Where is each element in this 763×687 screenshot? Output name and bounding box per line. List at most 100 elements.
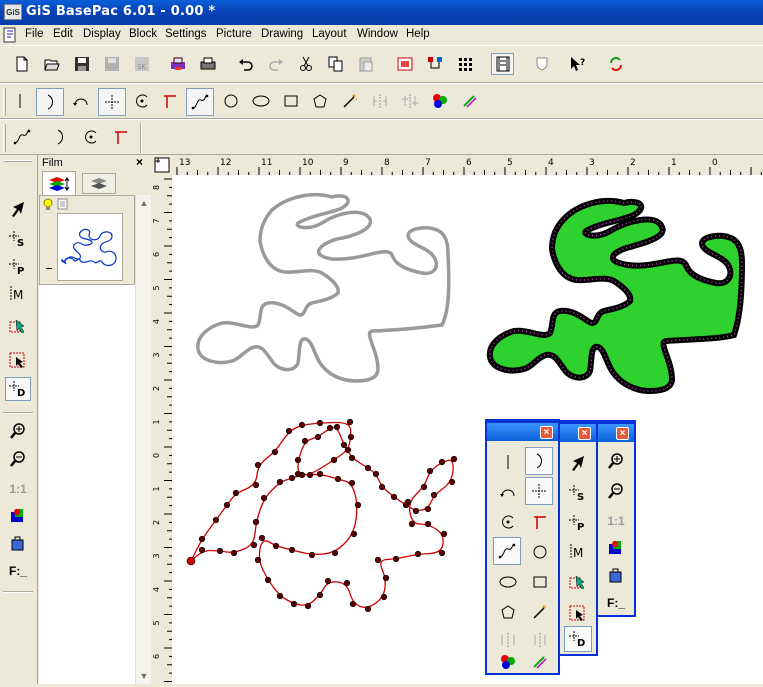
magic-wand-icon[interactable] bbox=[338, 90, 361, 112]
film-close-button[interactable]: × bbox=[136, 155, 143, 169]
paint-bucket-icon[interactable] bbox=[603, 562, 629, 588]
select-move-icon[interactable] bbox=[5, 315, 31, 339]
font-f-icon[interactable]: F:_ bbox=[5, 559, 31, 583]
scroll-down-icon[interactable]: ▼ bbox=[137, 669, 151, 683]
arc-tool-icon[interactable] bbox=[525, 447, 553, 475]
print-icon[interactable] bbox=[196, 53, 219, 75]
arc-tool-icon[interactable] bbox=[36, 88, 64, 116]
point-s-icon[interactable]: S bbox=[5, 227, 31, 251]
menu-settings[interactable]: Settings bbox=[165, 28, 207, 40]
menu-drawing[interactable]: Drawing bbox=[261, 28, 303, 40]
close-button[interactable]: × bbox=[616, 427, 629, 440]
grid-dots-icon[interactable] bbox=[453, 53, 476, 75]
circle-arc-icon[interactable] bbox=[79, 126, 102, 148]
point-s-icon[interactable]: S bbox=[565, 480, 591, 506]
line-tool-icon[interactable] bbox=[495, 449, 521, 475]
lightbulb-icon[interactable] bbox=[42, 198, 70, 210]
menu-window[interactable]: Window bbox=[357, 28, 398, 40]
pentagon-tool-icon[interactable] bbox=[495, 599, 521, 625]
bezier-curve-icon[interactable] bbox=[186, 88, 214, 116]
snapshot-icon[interactable] bbox=[393, 53, 416, 75]
arc-tool-icon[interactable] bbox=[48, 126, 71, 148]
bezier-curve-icon[interactable] bbox=[10, 126, 33, 148]
zoom-in-icon[interactable] bbox=[5, 419, 31, 443]
film-view-icon[interactable] bbox=[491, 53, 514, 75]
color-fill-icon[interactable] bbox=[5, 503, 31, 527]
rotate-arc-icon[interactable] bbox=[69, 90, 92, 112]
tab-layers-color[interactable] bbox=[42, 171, 76, 195]
select-box-icon[interactable] bbox=[5, 348, 31, 372]
zoom-out-icon[interactable] bbox=[603, 478, 629, 504]
copy-icon[interactable] bbox=[324, 53, 347, 75]
point-p-icon[interactable]: P bbox=[5, 255, 31, 279]
point-p-icon[interactable]: P bbox=[565, 510, 591, 536]
line-tool-icon[interactable] bbox=[8, 90, 31, 112]
point-d-icon[interactable]: D bbox=[564, 626, 592, 652]
pointer-arrow-icon[interactable] bbox=[565, 450, 591, 476]
menu-edit[interactable]: Edit bbox=[53, 28, 73, 40]
ellipse-tool-icon[interactable] bbox=[495, 569, 521, 595]
select-move-icon[interactable] bbox=[565, 570, 591, 596]
circle-arc-icon[interactable] bbox=[495, 509, 521, 535]
tab-layers-gray[interactable] bbox=[82, 173, 116, 194]
pencil-color-icon[interactable] bbox=[458, 90, 481, 112]
pentagon-tool-icon[interactable] bbox=[308, 90, 331, 112]
scroll-up-icon[interactable]: ▲ bbox=[137, 196, 151, 210]
rectangle-tool-icon[interactable] bbox=[279, 90, 302, 112]
mirror-m-icon[interactable]: M bbox=[5, 281, 31, 305]
print-preview-icon[interactable] bbox=[166, 53, 189, 75]
menu-picture[interactable]: Picture bbox=[216, 28, 252, 40]
rotate-arc-icon[interactable] bbox=[495, 479, 521, 505]
menu-block[interactable]: Block bbox=[129, 28, 157, 40]
film-scrollbar[interactable]: ▲ ▼ bbox=[135, 195, 151, 684]
menu-display[interactable]: Display bbox=[83, 28, 121, 40]
ruler-corner[interactable] bbox=[152, 155, 172, 175]
menu-layout[interactable]: Layout bbox=[312, 28, 347, 40]
color-fill-icon[interactable] bbox=[603, 534, 629, 560]
font-f-icon[interactable]: F:_ bbox=[603, 590, 629, 616]
close-button[interactable]: × bbox=[540, 426, 553, 439]
circle-tool-icon[interactable] bbox=[219, 90, 242, 112]
red-bezier-curve[interactable] bbox=[190, 421, 454, 608]
film-thumbnail[interactable] bbox=[57, 213, 123, 281]
mirror-m-icon[interactable]: M bbox=[565, 538, 591, 564]
select-box-icon[interactable] bbox=[565, 600, 591, 626]
ellipse-tool-icon[interactable] bbox=[249, 90, 272, 112]
help-pointer-icon[interactable]: ? bbox=[566, 53, 589, 75]
document-system-icon[interactable] bbox=[2, 27, 18, 43]
corner-tool-icon[interactable] bbox=[158, 90, 181, 112]
shield-icon[interactable] bbox=[530, 53, 553, 75]
color-balls-icon[interactable] bbox=[428, 90, 451, 112]
color-balls-icon[interactable] bbox=[495, 649, 521, 675]
network-tool-icon[interactable] bbox=[423, 53, 446, 75]
cut-icon[interactable] bbox=[294, 53, 317, 75]
corner-tool-icon[interactable] bbox=[527, 509, 553, 535]
magic-wand-icon[interactable] bbox=[527, 599, 553, 625]
point-d-icon[interactable]: D bbox=[5, 377, 31, 401]
crosshair-point-icon[interactable] bbox=[525, 477, 553, 505]
pencil-color-icon[interactable] bbox=[527, 649, 553, 675]
zoom-out-icon[interactable] bbox=[5, 447, 31, 471]
menu-file[interactable]: File bbox=[25, 28, 44, 40]
pointer-arrow-icon[interactable] bbox=[5, 197, 31, 221]
close-button[interactable]: × bbox=[578, 427, 591, 440]
rectangle-tool-icon[interactable] bbox=[527, 569, 553, 595]
paint-bucket-icon[interactable] bbox=[5, 531, 31, 555]
circle-arc-icon[interactable] bbox=[130, 90, 153, 112]
gray-outline-shape[interactable] bbox=[196, 192, 451, 383]
open-folder-icon[interactable] bbox=[40, 53, 63, 75]
circle-tool-icon[interactable] bbox=[527, 539, 553, 565]
zoom-in-icon[interactable] bbox=[603, 448, 629, 474]
crosshair-point-icon[interactable] bbox=[98, 88, 126, 116]
bezier-curve-icon[interactable] bbox=[493, 537, 521, 565]
green-filled-shape[interactable] bbox=[486, 197, 746, 395]
undo-icon[interactable] bbox=[234, 53, 257, 75]
menu-help[interactable]: Help bbox=[406, 28, 430, 40]
new-document-icon[interactable] bbox=[10, 53, 33, 75]
curve-control-points[interactable] bbox=[186, 418, 458, 613]
refresh-icon[interactable] bbox=[604, 53, 627, 75]
save-icon[interactable] bbox=[70, 53, 93, 75]
drawing-canvas[interactable]: × × S P M D × 1:1 F:_ bbox=[172, 175, 763, 684]
film-frame[interactable] bbox=[39, 195, 135, 285]
corner-tool-icon[interactable] bbox=[109, 126, 132, 148]
